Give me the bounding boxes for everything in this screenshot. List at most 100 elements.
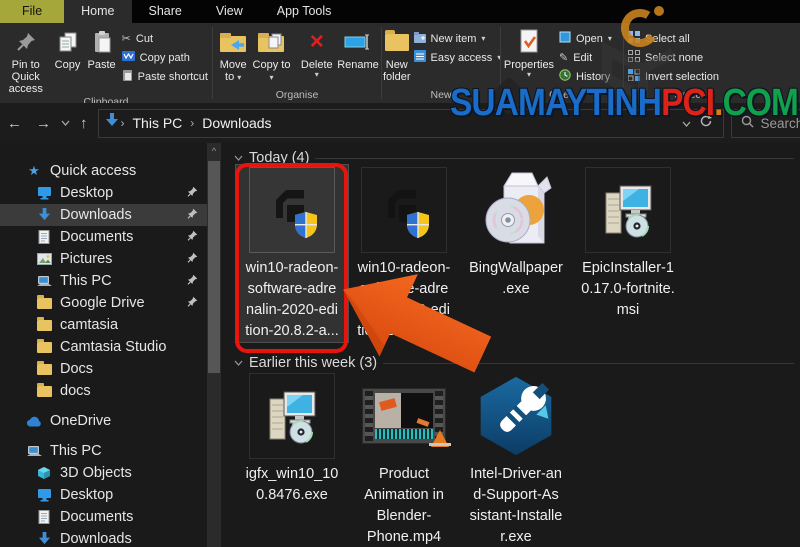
properties-icon: [518, 27, 540, 57]
back-button[interactable]: ←: [7, 115, 22, 132]
easy-access-button[interactable]: Easy access ▾: [411, 48, 505, 67]
rename-icon: [344, 27, 372, 57]
pin-icon: [187, 185, 198, 201]
open-icon: [559, 31, 571, 46]
dropdown-caret-icon: ▾: [481, 33, 486, 43]
sidebar-item-camtasia-studio[interactable]: Camtasia Studio: [0, 336, 207, 358]
breadcrumb-separator-icon: ›: [190, 116, 195, 130]
rename-button[interactable]: Rename: [336, 24, 380, 71]
watermark-red: PCI: [661, 82, 715, 124]
file-tile-epicinstaller[interactable]: EpicInstaller-1 0.17.0-fortnite. msi: [572, 165, 684, 342]
tab-app-tools[interactable]: App Tools: [260, 0, 349, 23]
software-box-cd-icon: [473, 167, 559, 253]
new-folder-button[interactable]: New folder: [383, 24, 411, 83]
copy-path-button[interactable]: Copy path: [119, 48, 211, 67]
msi-installer-icon: [585, 167, 671, 253]
folder-icon: [36, 338, 52, 355]
pictures-icon: [36, 251, 52, 267]
file-tile-intel-driver[interactable]: Intel-Driver-an d-Support-As sistant-Ins…: [460, 371, 572, 547]
sidebar-item-onedrive[interactable]: OneDrive: [0, 410, 207, 432]
copy-to-icon: [256, 27, 286, 57]
sidebar-item-documents[interactable]: Documents: [0, 226, 207, 248]
group-divider: [315, 157, 794, 159]
sidebar-scrollbar[interactable]: ^: [207, 143, 221, 547]
group-header-earlier-this-week[interactable]: Earlier this week (3): [234, 355, 794, 371]
new-item-button[interactable]: New item ▾: [411, 29, 505, 48]
delete-button[interactable]: × Delete ▾: [298, 24, 336, 79]
recent-locations-dropdown[interactable]: [61, 118, 70, 129]
sidebar-item-quick-access[interactable]: ★ Quick access: [0, 160, 207, 182]
up-button[interactable]: ↑: [80, 115, 88, 132]
sidebar-item-google-drive[interactable]: Google Drive: [0, 292, 207, 314]
tab-home[interactable]: Home: [64, 0, 132, 23]
copy-icon: [57, 27, 78, 57]
copy-button[interactable]: Copy: [50, 24, 84, 71]
scrollbar-thumb[interactable]: [208, 161, 220, 373]
this-pc-icon: [36, 273, 52, 289]
dropdown-caret-icon: ▾: [269, 73, 274, 82]
move-to-button[interactable]: Move to ▾: [214, 24, 252, 83]
star-icon: ★: [28, 163, 40, 178]
clipboard-small-buttons: ✂ Cut Copy path Paste shortcut: [119, 24, 211, 86]
copy-to-button[interactable]: Copy to ▾: [252, 24, 290, 83]
file-tile-igfx[interactable]: igfx_win10_10 0.8476.exe: [236, 371, 348, 547]
paste-button[interactable]: Paste: [85, 24, 119, 71]
onedrive-cloud-icon: [26, 413, 42, 429]
sidebar-item-camtasia[interactable]: camtasia: [0, 314, 207, 336]
sidebar-item-downloads[interactable]: Downloads: [0, 204, 207, 226]
watermark-dot: .: [714, 82, 723, 124]
properties-button[interactable]: Properties ▾: [502, 24, 556, 79]
sidebar-item-desktop-pc[interactable]: Desktop: [0, 484, 207, 506]
document-icon: [36, 509, 52, 525]
desktop-icon: [36, 487, 52, 503]
sidebar-item-documents-pc[interactable]: Documents: [0, 506, 207, 528]
watermark-green: COM: [722, 82, 799, 124]
move-to-icon: [218, 27, 248, 57]
pin-icon: [187, 273, 198, 289]
this-pc-icon: [26, 443, 42, 459]
sidebar-item-3d-objects[interactable]: 3D Objects: [0, 462, 207, 484]
tab-file[interactable]: File: [0, 0, 65, 23]
organise-group-label: Organise: [275, 89, 319, 101]
copy-path-icon: [121, 51, 135, 64]
sidebar-item-desktop[interactable]: Desktop: [0, 182, 207, 204]
intel-driver-hexagon-icon: [473, 373, 559, 459]
pin-icon: [187, 207, 198, 223]
desktop-icon: [36, 185, 52, 201]
breadcrumb-downloads[interactable]: Downloads: [196, 115, 277, 131]
scrollbar-up-arrow[interactable]: ^: [207, 143, 221, 159]
ribbon-group-clipboard: Pin to Quick access Copy Paste ✂ Cut Cop…: [0, 23, 212, 108]
dropdown-caret-icon: ▾: [526, 70, 531, 79]
breadcrumb-this-pc[interactable]: This PC: [127, 115, 189, 131]
file-name: Intel-Driver-an d-Support-As sistant-Ins…: [469, 466, 563, 545]
pin-icon: [187, 229, 198, 245]
new-small-buttons: New item ▾ Easy access ▾: [411, 24, 505, 67]
file-name: igfx_win10_10 0.8476.exe: [245, 466, 339, 503]
pin-to-quick-access-button[interactable]: Pin to Quick access: [1, 24, 50, 95]
paste-shortcut-button[interactable]: Paste shortcut: [119, 67, 211, 86]
file-tile-blender-video[interactable]: Product Animation in Blender- Phone.mp4: [348, 371, 460, 547]
forward-button[interactable]: →: [36, 115, 51, 132]
watermark-blue: SUAMAYTINH: [450, 82, 662, 124]
cut-button[interactable]: ✂ Cut: [119, 29, 211, 48]
sidebar-item-docs-lower[interactable]: docs: [0, 380, 207, 402]
pin-icon: [187, 295, 198, 311]
easy-access-icon: [413, 50, 426, 65]
delete-x-icon: ×: [309, 28, 324, 55]
tab-view[interactable]: View: [199, 0, 260, 23]
folder-icon: [36, 294, 52, 311]
sidebar-item-downloads-pc[interactable]: Downloads: [0, 528, 207, 547]
sidebar-item-this-pc-section[interactable]: This PC: [0, 440, 207, 462]
pencil-icon: ✎: [559, 52, 569, 64]
breadcrumb-separator-icon: ›: [120, 116, 125, 130]
tab-share[interactable]: Share: [132, 0, 199, 23]
paste-icon: [91, 27, 113, 57]
paste-shortcut-icon: [122, 69, 133, 84]
chevron-down-icon: [234, 155, 243, 161]
document-icon: [36, 229, 52, 245]
sidebar-item-this-pc[interactable]: This PC: [0, 270, 207, 292]
sidebar-item-docs[interactable]: Docs: [0, 358, 207, 380]
downloads-icon: [36, 207, 52, 223]
sidebar-item-pictures[interactable]: Pictures: [0, 248, 207, 270]
3d-objects-icon: [36, 465, 52, 481]
